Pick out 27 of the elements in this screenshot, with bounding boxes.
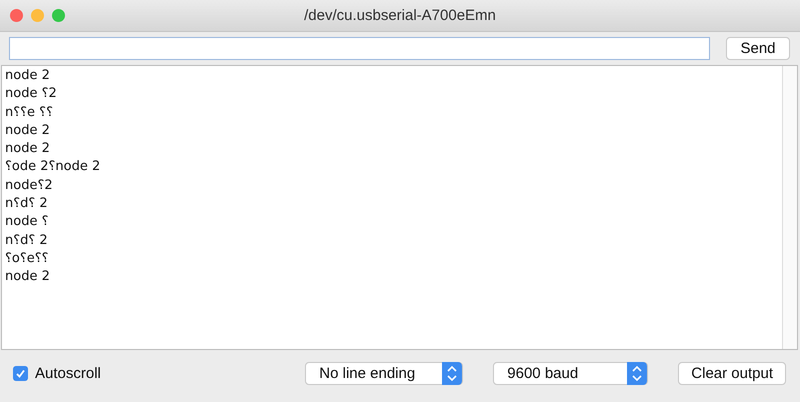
input-field[interactable] [9,37,710,60]
output-line: node ⸮ [5,213,48,232]
zoom-button[interactable] [52,9,65,22]
output-line: node⸮2 [5,176,53,195]
baud-rate-dropdown[interactable]: 9600 baud [493,362,648,385]
clear-output-button[interactable]: Clear output [678,362,786,385]
output-line: node 2 [5,268,50,286]
stepper-arrows-icon [627,362,648,385]
output-line: ⸮o⸮e⸮⸮ [5,250,49,268]
output-line: node 2 [5,67,50,85]
output-line: ⸮ode 2⸮node 2 [5,158,100,176]
output-line: n⸮⸮e ⸮⸮ [5,104,53,122]
scrollbar[interactable] [782,66,797,349]
output-line: node ⸮2 [5,85,57,104]
window-title: /dev/cu.usbserial-A700eEmn [304,7,496,24]
close-button[interactable] [10,9,23,22]
minimize-button[interactable] [31,9,44,22]
send-button[interactable]: Send [726,37,790,60]
checkmark-icon [15,368,26,379]
output-line: n⸮d⸮ 2 [5,232,48,250]
stepper-arrows-icon [442,362,462,385]
output-line: n⸮d⸮ 2 [5,195,48,214]
output-line: node 2 [5,140,50,158]
line-ending-dropdown[interactable]: No line ending [305,362,464,385]
autoscroll-checkbox[interactable] [13,366,28,381]
autoscroll-label: Autoscroll [35,365,101,382]
output-line: node 2 [5,122,50,140]
